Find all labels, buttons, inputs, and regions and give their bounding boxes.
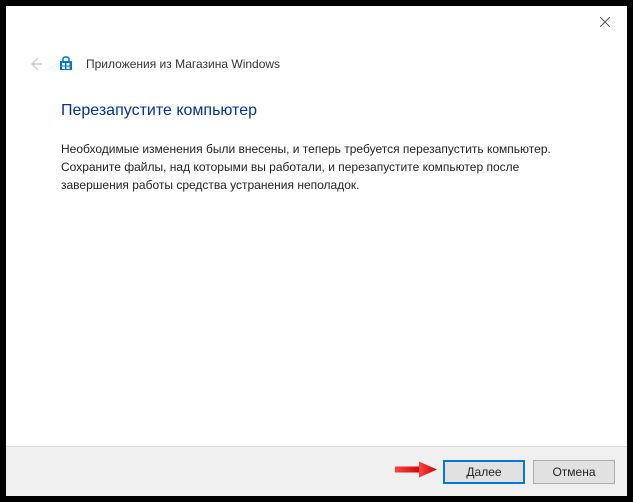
header-title: Приложения из Магазина Windows (86, 57, 280, 71)
body-text: Необходимые изменения были внесены, и те… (61, 140, 572, 194)
back-arrow-icon (28, 56, 44, 72)
store-icon (56, 54, 76, 74)
back-button (26, 54, 46, 74)
titlebar (6, 6, 627, 38)
footer: Далее Отмена (6, 446, 627, 496)
annotation-arrow (393, 459, 437, 484)
header: Приложения из Магазина Windows (6, 38, 627, 82)
close-icon (600, 17, 610, 27)
cancel-button[interactable]: Отмена (533, 460, 615, 484)
page-heading: Перезапустите компьютер (61, 102, 572, 120)
content-area: Перезапустите компьютер Необходимые изме… (6, 82, 627, 446)
next-button[interactable]: Далее (443, 460, 525, 484)
close-button[interactable] (597, 14, 613, 30)
troubleshooter-window: Приложения из Магазина Windows Перезапус… (6, 6, 627, 496)
